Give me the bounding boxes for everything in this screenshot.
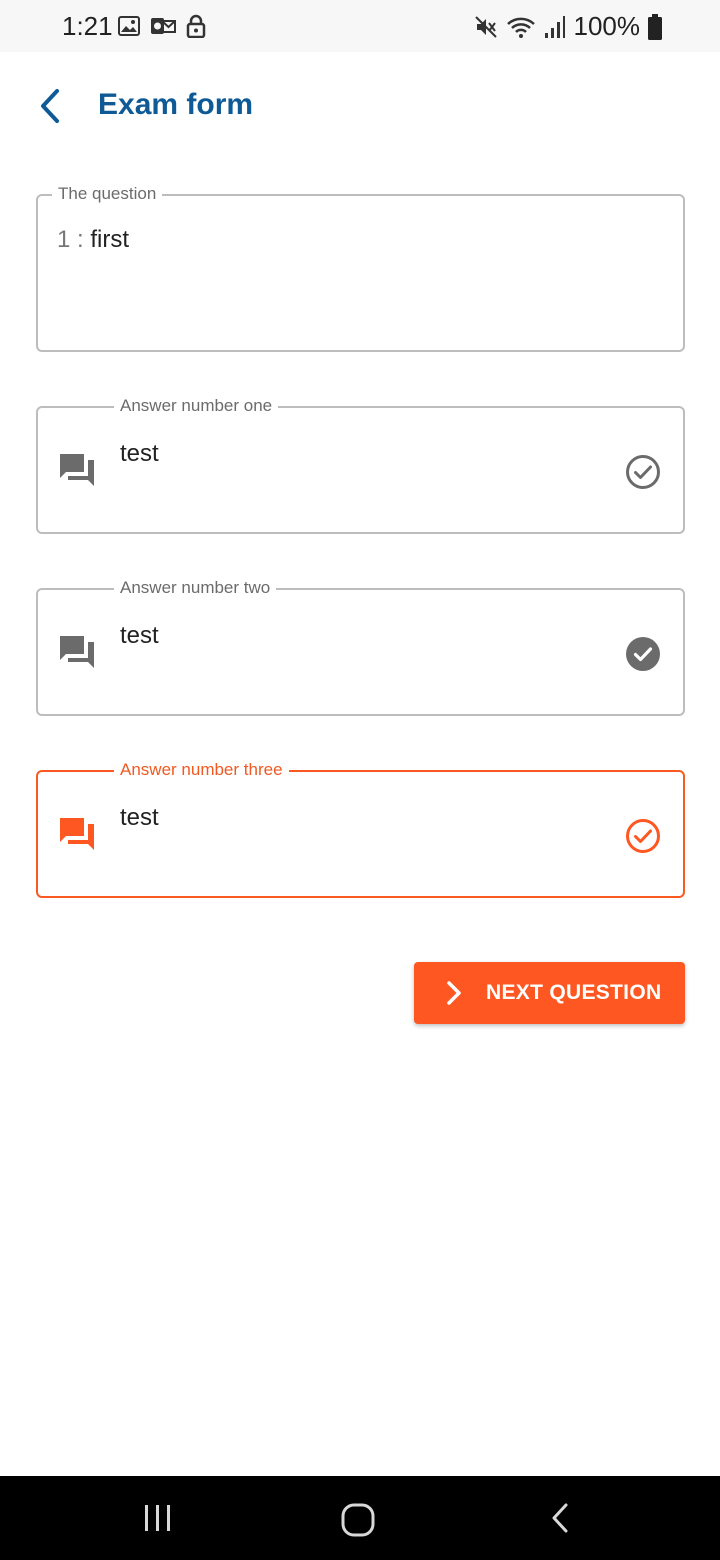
wifi-icon [506, 15, 536, 39]
status-right-icons: 100% [474, 11, 662, 42]
outlook-icon [150, 16, 176, 36]
check-circle-filled-icon[interactable] [625, 636, 661, 672]
question-text: 1 : first [57, 226, 129, 254]
question-number: 1 : [57, 226, 91, 253]
check-circle-outline-icon[interactable] [625, 818, 661, 854]
answer-field-one[interactable]: Answer number one test [36, 395, 685, 534]
answer-legend: Answer number one [114, 395, 279, 417]
lock-icon [186, 14, 206, 38]
mute-icon [474, 15, 498, 39]
signal-icon [544, 15, 566, 39]
chevron-right-icon [446, 981, 462, 1005]
next-question-button[interactable]: NEXT QUESTION [414, 962, 685, 1024]
image-icon [118, 16, 140, 36]
answer-field-three[interactable]: Answer number three test [36, 759, 685, 898]
back-icon[interactable] [548, 1502, 572, 1534]
answer-field-two[interactable]: Answer number two test [36, 577, 685, 716]
question-answer-icon [58, 816, 98, 852]
battery-icon [648, 13, 662, 40]
status-left-icons [118, 14, 206, 38]
answer-legend: Answer number three [114, 759, 289, 781]
question-legend: The question [52, 183, 163, 205]
system-nav-bar [0, 1476, 720, 1560]
back-button[interactable] [28, 82, 72, 130]
home-icon[interactable] [340, 1502, 376, 1538]
recents-icon[interactable] [142, 1502, 174, 1534]
page-title: Exam form [98, 88, 254, 121]
question-answer-icon [58, 452, 98, 488]
check-circle-outline-icon[interactable] [625, 454, 661, 490]
status-bar: 1:21 100% [0, 0, 720, 52]
app-header: Exam form [0, 52, 720, 162]
answer-value: test [120, 440, 159, 467]
chevron-left-icon [38, 88, 62, 124]
answer-value: test [120, 622, 159, 649]
status-time: 1:21 [62, 11, 113, 41]
answer-legend: Answer number two [114, 577, 277, 599]
question-answer-icon [58, 634, 98, 670]
next-question-label: NEXT QUESTION [486, 981, 662, 1004]
question-field[interactable]: The question 1 : first [36, 183, 685, 352]
question-value: first [90, 226, 130, 253]
battery-percent: 100% [573, 11, 641, 41]
answer-value: test [120, 804, 159, 831]
